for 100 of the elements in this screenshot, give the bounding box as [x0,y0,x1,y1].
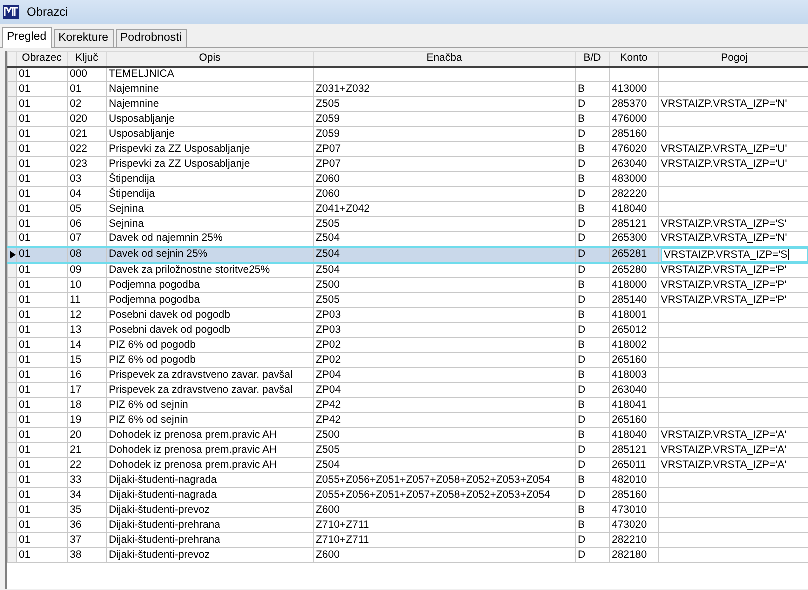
table-cell: 418040 [610,428,658,442]
table-cell: 282180 [610,548,658,562]
table-cell: Z504 [314,262,576,278]
table-cell: ZP04 [314,382,576,398]
tab[interactable]: Podrobnosti [116,29,187,47]
table-cell: D [576,488,610,502]
table-cell: B [576,368,610,382]
table-cell: 483000 [610,172,658,186]
table-cell: 285121 [610,216,658,232]
table-cell: 476020 [610,142,658,156]
table-cell: Podjemna pogodba [106,278,314,292]
table-cell: 01 [16,292,68,308]
table-cell: 37 [68,532,106,548]
table-cell: Z504 [314,246,576,262]
table-cell: 01 [16,278,68,292]
table-cell: Z505 [314,216,576,232]
table-cell: Z060 [314,186,576,202]
table-cell: VRSTAIZP.VRSTA_IZP='A' [658,428,808,442]
column-header[interactable]: Ključ [68,52,106,66]
table-cell: 02 [68,96,106,112]
table-cell: B [576,518,610,532]
table-cell: Štipendija [106,186,314,202]
table-cell: 01 [16,398,68,412]
table-cell: 08 [68,246,106,262]
tab[interactable]: Pregled [2,27,52,48]
table-cell: VRSTAIZP.VRSTA_IZP='A' [658,442,808,458]
table-cell: 01 [16,412,68,428]
tab[interactable]: Korekture [54,29,114,47]
table-cell: D [576,532,610,548]
table-cell: 01 [16,442,68,458]
table-cell: 01 [16,172,68,186]
table-cell: 482010 [610,472,658,488]
table-cell: 38 [68,548,106,562]
table-cell: Z505 [314,292,576,308]
table-cell: Dijaki-študenti-prevoz [106,548,314,562]
cell-edit-field[interactable]: VRSTAIZP.VRSTA_IZP='S [661,248,808,260]
table-cell: 265012 [610,322,658,338]
column-header[interactable]: Opis [106,52,314,66]
table-cell: 15 [68,352,106,368]
row-selector[interactable] [8,246,16,262]
table-cell: 020 [68,112,106,126]
table-cell: 19 [68,412,106,428]
table-cell: Dijaki-študenti-prevoz [106,502,314,518]
table-cell: 01 [16,518,68,532]
table-cell: D [576,216,610,232]
column-header[interactable]: Enačba [314,52,576,66]
table-cell: D [576,292,610,308]
table-cell: 01 [16,216,68,232]
table-cell: Davek za priložnostne storitve25% [106,262,314,278]
table-cell: 01 [16,126,68,142]
column-header[interactable]: Konto [610,52,658,66]
table-cell: VRSTAIZP.VRSTA_IZP='P' [658,292,808,308]
table-cell: 01 [16,488,68,502]
table-cell: 000 [68,66,106,82]
table-cell: VRSTAIZP.VRSTA_IZP='S' [658,216,808,232]
table-cell: 01 [16,428,68,442]
table-cell: Z041+Z042 [314,202,576,216]
table-cell: 263040 [610,156,658,172]
row-pointer-icon [10,250,16,258]
table-cell: B [576,142,610,156]
table-cell: B [576,172,610,186]
table-cell: Štipendija [106,172,314,186]
column-header[interactable]: B/D [576,52,610,66]
table-cell: Z059 [314,112,576,126]
table-cell: D [576,412,610,428]
table-cell: Prispevki za ZZ Usposabljanje [106,156,314,172]
table-cell: Z060 [314,172,576,186]
table-cell: 263040 [610,382,658,398]
table-cell: 473020 [610,518,658,532]
column-header[interactable]: Obrazec [16,52,68,66]
table-cell: VRSTAIZP.VRSTA_IZP='P' [658,262,808,278]
table-cell: 418040 [610,202,658,216]
table-cell: Dijaki-študenti-nagrada [106,488,314,502]
table-cell: D [576,548,610,562]
table-cell: 01 [16,502,68,518]
table-cell: 18 [68,398,106,412]
table-cell: B [576,112,610,126]
table-cell: Najemnine [106,96,314,112]
table-cell: 01 [16,352,68,368]
table-cell: 34 [68,488,106,502]
table-cell: ZP03 [314,322,576,338]
table-cell: 285160 [610,126,658,142]
table-cell: B [576,278,610,292]
table-cell: 473010 [610,502,658,518]
column-header[interactable]: Pogoj [658,52,808,66]
table-cell: 01 [16,308,68,322]
table-cell: 022 [68,142,106,156]
table-cell: ZP07 [314,156,576,172]
table-cell: 01 [16,472,68,488]
table-cell: 13 [68,322,106,338]
table-cell: 35 [68,502,106,518]
table-cell: Z500 [314,278,576,292]
table-cell: Posebni davek od pogodb [106,322,314,338]
table-cell: D [576,156,610,172]
table-cell: B [576,338,610,352]
table-cell: Najemnine [106,82,314,96]
table-cell: Z505 [314,442,576,458]
table-cell: Sejnina [106,216,314,232]
table-cell: B [576,398,610,412]
table-cell: Z055+Z056+Z051+Z057+Z058+Z052+Z053+Z054 [314,488,576,502]
